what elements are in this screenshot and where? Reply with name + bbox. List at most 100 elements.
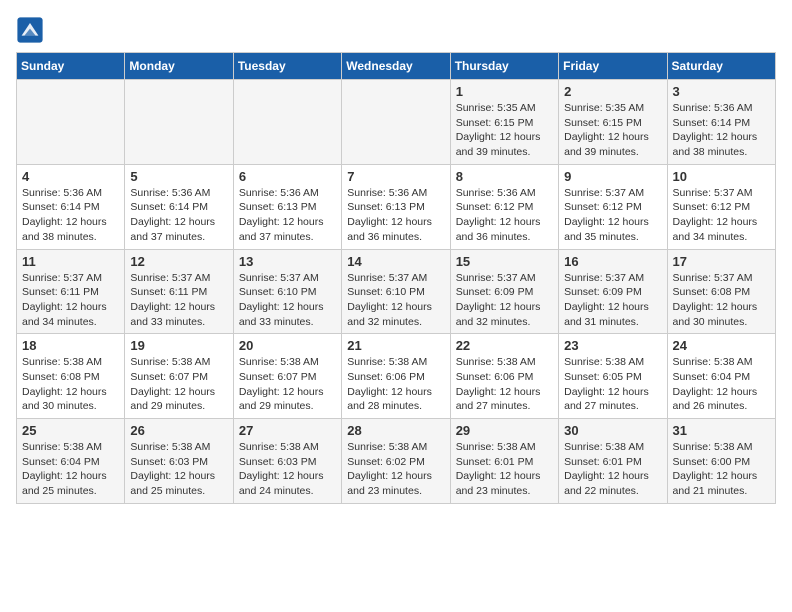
day-number: 3 (673, 84, 770, 99)
day-number: 4 (22, 169, 119, 184)
day-info: Sunrise: 5:38 AM Sunset: 6:07 PM Dayligh… (130, 355, 227, 414)
day-info: Sunrise: 5:38 AM Sunset: 6:06 PM Dayligh… (456, 355, 553, 414)
day-number: 5 (130, 169, 227, 184)
day-cell: 20 Sunrise: 5:38 AM Sunset: 6:07 PM Dayli… (233, 334, 341, 419)
day-info: Sunrise: 5:38 AM Sunset: 6:01 PM Dayligh… (564, 440, 661, 499)
day-info: Sunrise: 5:36 AM Sunset: 6:13 PM Dayligh… (239, 186, 336, 245)
day-cell: 4 Sunrise: 5:36 AM Sunset: 6:14 PM Daylig… (17, 164, 125, 249)
day-info: Sunrise: 5:38 AM Sunset: 6:01 PM Dayligh… (456, 440, 553, 499)
day-number: 29 (456, 423, 553, 438)
day-cell: 16 Sunrise: 5:37 AM Sunset: 6:09 PM Dayli… (559, 249, 667, 334)
day-number: 14 (347, 254, 444, 269)
day-number: 22 (456, 338, 553, 353)
day-info: Sunrise: 5:35 AM Sunset: 6:15 PM Dayligh… (456, 101, 553, 160)
day-cell: 22 Sunrise: 5:38 AM Sunset: 6:06 PM Dayli… (450, 334, 558, 419)
day-number: 30 (564, 423, 661, 438)
day-cell (233, 80, 341, 165)
day-info: Sunrise: 5:36 AM Sunset: 6:13 PM Dayligh… (347, 186, 444, 245)
day-number: 27 (239, 423, 336, 438)
day-number: 20 (239, 338, 336, 353)
day-cell: 23 Sunrise: 5:38 AM Sunset: 6:05 PM Dayli… (559, 334, 667, 419)
column-header-tuesday: Tuesday (233, 53, 341, 80)
day-info: Sunrise: 5:38 AM Sunset: 6:07 PM Dayligh… (239, 355, 336, 414)
day-number: 16 (564, 254, 661, 269)
day-cell: 21 Sunrise: 5:38 AM Sunset: 6:06 PM Dayli… (342, 334, 450, 419)
day-info: Sunrise: 5:37 AM Sunset: 6:08 PM Dayligh… (673, 271, 770, 330)
column-header-monday: Monday (125, 53, 233, 80)
day-number: 23 (564, 338, 661, 353)
column-header-wednesday: Wednesday (342, 53, 450, 80)
day-info: Sunrise: 5:37 AM Sunset: 6:10 PM Dayligh… (239, 271, 336, 330)
week-row-4: 18Sunrise: 5:38 AM Sunset: 6:08 PM Dayli… (17, 334, 776, 419)
day-cell: 18Sunrise: 5:38 AM Sunset: 6:08 PM Dayli… (17, 334, 125, 419)
day-info: Sunrise: 5:37 AM Sunset: 6:09 PM Dayligh… (456, 271, 553, 330)
calendar-table: SundayMondayTuesdayWednesdayThursdayFrid… (16, 52, 776, 504)
day-info: Sunrise: 5:38 AM Sunset: 6:06 PM Dayligh… (347, 355, 444, 414)
day-number: 8 (456, 169, 553, 184)
day-cell: 17 Sunrise: 5:37 AM Sunset: 6:08 PM Dayli… (667, 249, 775, 334)
day-number: 17 (673, 254, 770, 269)
day-number: 1 (456, 84, 553, 99)
day-info: Sunrise: 5:37 AM Sunset: 6:11 PM Dayligh… (130, 271, 227, 330)
day-number: 10 (673, 169, 770, 184)
day-cell (342, 80, 450, 165)
day-cell: 7 Sunrise: 5:36 AM Sunset: 6:13 PM Daylig… (342, 164, 450, 249)
day-number: 19 (130, 338, 227, 353)
column-header-sunday: Sunday (17, 53, 125, 80)
week-row-5: 25 Sunrise: 5:38 AM Sunset: 6:04 PM Dayli… (17, 419, 776, 504)
day-number: 2 (564, 84, 661, 99)
day-info: Sunrise: 5:36 AM Sunset: 6:12 PM Dayligh… (456, 186, 553, 245)
day-info: Sunrise: 5:38 AM Sunset: 6:00 PM Dayligh… (673, 440, 770, 499)
day-info: Sunrise: 5:36 AM Sunset: 6:14 PM Dayligh… (22, 186, 119, 245)
day-cell: 5 Sunrise: 5:36 AM Sunset: 6:14 PM Daylig… (125, 164, 233, 249)
day-info: Sunrise: 5:36 AM Sunset: 6:14 PM Dayligh… (673, 101, 770, 160)
day-number: 25 (22, 423, 119, 438)
day-cell: 1 Sunrise: 5:35 AM Sunset: 6:15 PM Daylig… (450, 80, 558, 165)
logo-icon (16, 16, 44, 44)
day-number: 24 (673, 338, 770, 353)
day-cell: 29 Sunrise: 5:38 AM Sunset: 6:01 PM Dayli… (450, 419, 558, 504)
column-header-friday: Friday (559, 53, 667, 80)
day-info: Sunrise: 5:38 AM Sunset: 6:05 PM Dayligh… (564, 355, 661, 414)
day-cell: 13Sunrise: 5:37 AM Sunset: 6:10 PM Dayli… (233, 249, 341, 334)
day-cell: 2 Sunrise: 5:35 AM Sunset: 6:15 PM Daylig… (559, 80, 667, 165)
day-number: 9 (564, 169, 661, 184)
day-number: 28 (347, 423, 444, 438)
day-number: 26 (130, 423, 227, 438)
day-cell: 8 Sunrise: 5:36 AM Sunset: 6:12 PM Daylig… (450, 164, 558, 249)
day-info: Sunrise: 5:37 AM Sunset: 6:09 PM Dayligh… (564, 271, 661, 330)
day-cell: 10 Sunrise: 5:37 AM Sunset: 6:12 PM Dayli… (667, 164, 775, 249)
day-number: 21 (347, 338, 444, 353)
day-cell: 24 Sunrise: 5:38 AM Sunset: 6:04 PM Dayli… (667, 334, 775, 419)
day-cell (125, 80, 233, 165)
day-info: Sunrise: 5:38 AM Sunset: 6:04 PM Dayligh… (673, 355, 770, 414)
day-cell: 27 Sunrise: 5:38 AM Sunset: 6:03 PM Dayli… (233, 419, 341, 504)
day-number: 7 (347, 169, 444, 184)
day-cell: 12 Sunrise: 5:37 AM Sunset: 6:11 PM Dayli… (125, 249, 233, 334)
day-info: Sunrise: 5:38 AM Sunset: 6:04 PM Dayligh… (22, 440, 119, 499)
page-header (16, 16, 776, 44)
day-cell: 30 Sunrise: 5:38 AM Sunset: 6:01 PM Dayli… (559, 419, 667, 504)
day-info: Sunrise: 5:38 AM Sunset: 6:08 PM Dayligh… (22, 355, 119, 414)
day-number: 12 (130, 254, 227, 269)
column-header-saturday: Saturday (667, 53, 775, 80)
week-row-3: 11Sunrise: 5:37 AM Sunset: 6:11 PM Dayli… (17, 249, 776, 334)
day-cell: 15 Sunrise: 5:37 AM Sunset: 6:09 PM Dayli… (450, 249, 558, 334)
day-number: 15 (456, 254, 553, 269)
day-cell: 25 Sunrise: 5:38 AM Sunset: 6:04 PM Dayli… (17, 419, 125, 504)
day-info: Sunrise: 5:37 AM Sunset: 6:10 PM Dayligh… (347, 271, 444, 330)
day-info: Sunrise: 5:37 AM Sunset: 6:12 PM Dayligh… (673, 186, 770, 245)
day-info: Sunrise: 5:37 AM Sunset: 6:11 PM Dayligh… (22, 271, 119, 330)
header-row: SundayMondayTuesdayWednesdayThursdayFrid… (17, 53, 776, 80)
day-info: Sunrise: 5:38 AM Sunset: 6:03 PM Dayligh… (239, 440, 336, 499)
week-row-1: 1 Sunrise: 5:35 AM Sunset: 6:15 PM Daylig… (17, 80, 776, 165)
day-cell: 26Sunrise: 5:38 AM Sunset: 6:03 PM Dayli… (125, 419, 233, 504)
day-info: Sunrise: 5:35 AM Sunset: 6:15 PM Dayligh… (564, 101, 661, 160)
day-cell: 19 Sunrise: 5:38 AM Sunset: 6:07 PM Dayli… (125, 334, 233, 419)
day-info: Sunrise: 5:36 AM Sunset: 6:14 PM Dayligh… (130, 186, 227, 245)
day-cell (17, 80, 125, 165)
day-cell: 11Sunrise: 5:37 AM Sunset: 6:11 PM Dayli… (17, 249, 125, 334)
day-info: Sunrise: 5:38 AM Sunset: 6:02 PM Dayligh… (347, 440, 444, 499)
day-cell: 3 Sunrise: 5:36 AM Sunset: 6:14 PM Daylig… (667, 80, 775, 165)
day-cell: 9Sunrise: 5:37 AM Sunset: 6:12 PM Daylig… (559, 164, 667, 249)
